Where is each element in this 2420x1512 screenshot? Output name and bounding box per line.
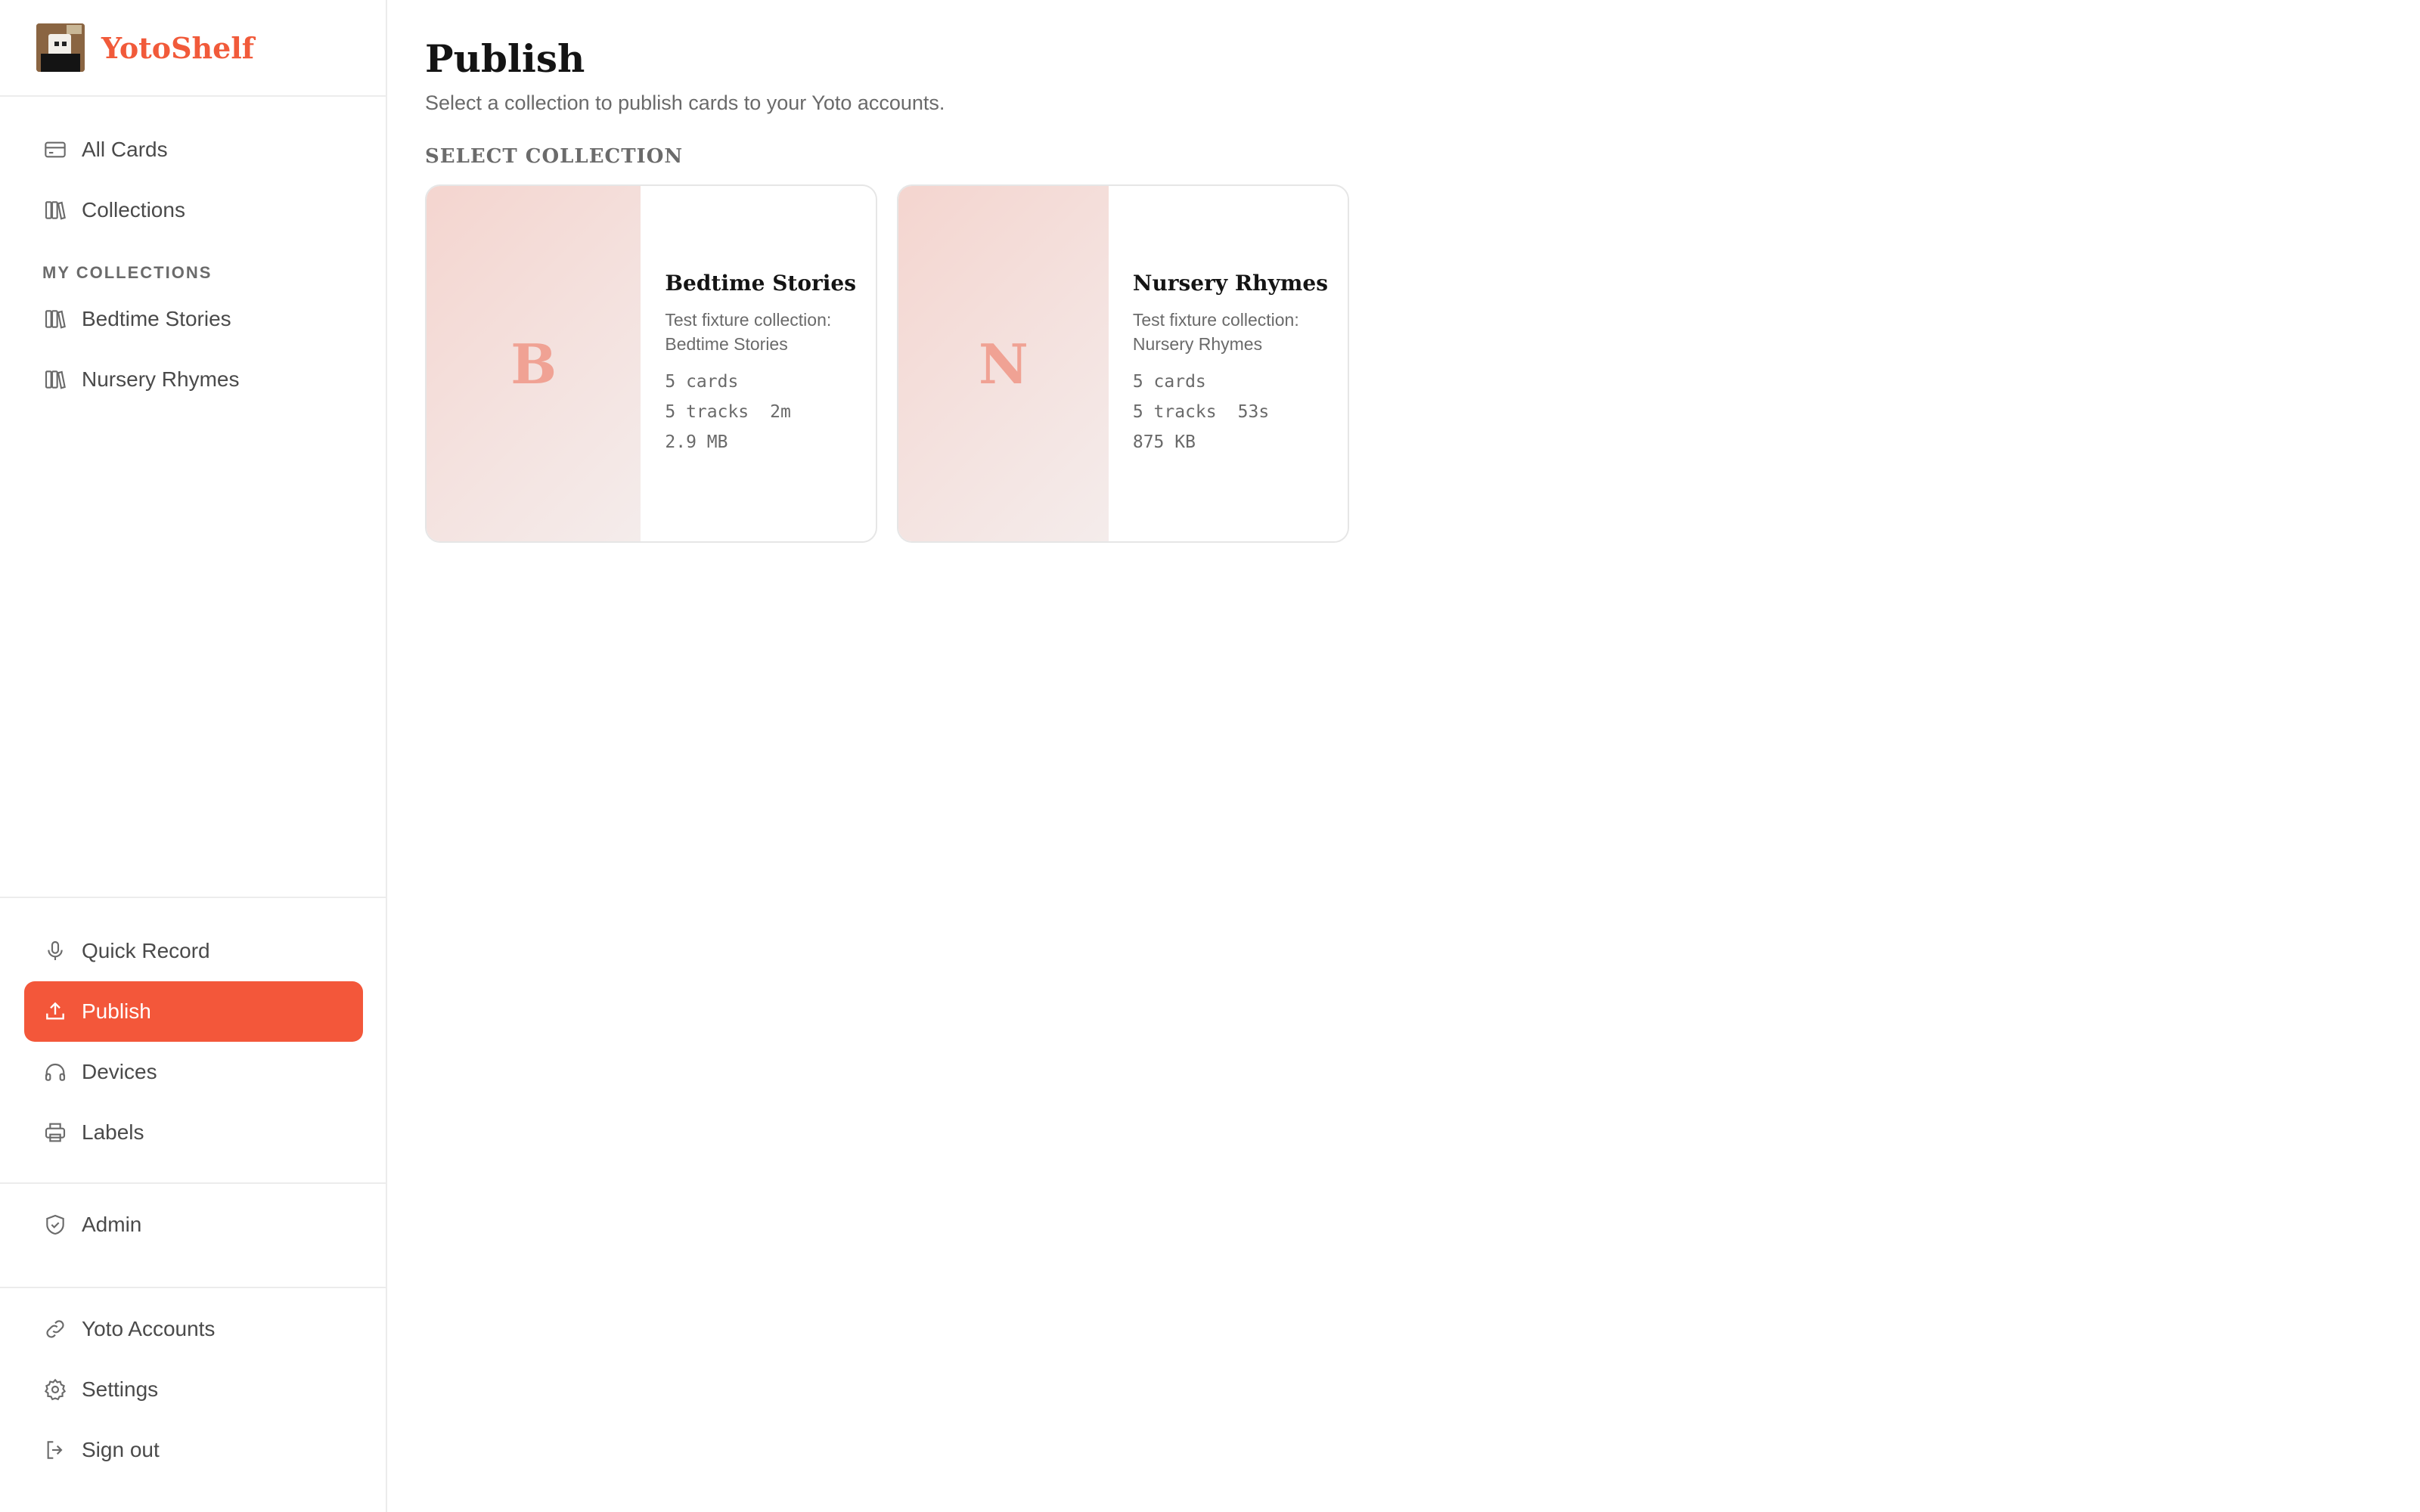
collection-description: Test fixture collection: Bedtime Stories (665, 309, 832, 354)
sidebar-item-label: Yoto Accounts (82, 1317, 216, 1340)
sidebar-item-labels[interactable]: Labels (24, 1102, 363, 1163)
sidebar-item-all-cards[interactable]: All Cards (24, 119, 361, 180)
track-stats: 5 tracks 2m (665, 397, 856, 427)
card-count: 5 cards (1132, 371, 1206, 392)
link-icon (42, 1316, 68, 1342)
collection-title: Bedtime Stories (665, 270, 856, 296)
collection-initial: B (510, 331, 557, 396)
main-content: Publish Select a collection to publish c… (425, 0, 2420, 543)
collection-title: Nursery Rhymes (1132, 270, 1328, 296)
sidebar-item-bedtime-stories[interactable]: Bedtime Stories (24, 289, 361, 349)
collection-card-bedtime-stories[interactable]: B Bedtime Stories Test fixture collectio… (425, 184, 877, 543)
sidebar-item-settings[interactable]: Settings (24, 1359, 363, 1420)
collection-description: Test fixture collection: Nursery Rhymes (1132, 309, 1299, 354)
sidebar-item-label: Collections (82, 198, 185, 222)
tools-nav: Quick Record Publish Devices Labels (0, 897, 387, 1163)
duration: 53s (1237, 401, 1270, 422)
sidebar-item-yoto-accounts[interactable]: Yoto Accounts (24, 1299, 363, 1359)
select-collection-heading: SELECT COLLECTION (425, 145, 684, 168)
sidebar-item-publish[interactable]: Publish (24, 981, 363, 1042)
card-icon (42, 137, 68, 163)
collection-stats: 5 cards 5 tracks 2m 2.9 MB (665, 367, 856, 457)
file-size: 875 KB (1132, 432, 1196, 452)
duration: 2m (770, 401, 791, 422)
collection-cover: N (898, 186, 1109, 541)
collection-cover: B (427, 186, 641, 541)
books-icon (42, 306, 68, 332)
track-count: 5 tracks (665, 401, 749, 422)
sidebar-item-label: Admin (82, 1213, 142, 1236)
collection-details: Bedtime Stories Test fixture collection:… (641, 186, 876, 541)
sidebar-item-quick-record[interactable]: Quick Record (24, 921, 363, 981)
file-size: 2.9 MB (665, 432, 728, 452)
sidebar-item-label: Publish (82, 999, 151, 1023)
account-nav: Yoto Accounts Settings Sign out (0, 1287, 387, 1480)
sidebar-item-label: Settings (82, 1377, 159, 1401)
shield-icon (42, 1212, 68, 1238)
sidebar-item-sign-out[interactable]: Sign out (24, 1420, 363, 1480)
headphones-icon (42, 1059, 68, 1085)
primary-nav: All Cards Collections MY COLLECTIONS Bed… (0, 97, 386, 410)
track-count: 5 tracks (1132, 401, 1217, 422)
page-title: Publish (425, 36, 585, 81)
sidebar-item-label: Quick Record (82, 939, 210, 962)
brand-header[interactable]: YotoShelf (0, 0, 386, 97)
sidebar-item-admin[interactable]: Admin (24, 1194, 363, 1255)
sidebar-item-label: All Cards (82, 138, 168, 161)
sidebar-item-label: Bedtime Stories (82, 307, 231, 330)
sidebar-item-label: Devices (82, 1060, 157, 1083)
gear-icon (42, 1377, 68, 1402)
track-stats: 5 tracks 53s (1133, 397, 1328, 427)
sidebar-item-label: Nursery Rhymes (82, 367, 240, 391)
sidebar-item-nursery-rhymes[interactable]: Nursery Rhymes (24, 349, 361, 410)
sidebar-item-label: Labels (82, 1120, 144, 1144)
books-icon (42, 367, 68, 392)
collection-initial: N (979, 331, 1028, 396)
collection-details: Nursery Rhymes Test fixture collection: … (1109, 186, 1348, 541)
upload-icon (42, 999, 68, 1024)
sign-out-icon (42, 1437, 68, 1463)
page-subtitle: Select a collection to publish cards to … (425, 91, 945, 114)
my-collections-heading: MY COLLECTIONS (42, 263, 213, 282)
books-icon (42, 197, 68, 223)
collection-card-nursery-rhymes[interactable]: N Nursery Rhymes Test fixture collection… (897, 184, 1349, 543)
collection-stats: 5 cards 5 tracks 53s 875 KB (1133, 367, 1328, 457)
collection-grid: B Bedtime Stories Test fixture collectio… (425, 184, 2420, 543)
sidebar: YotoShelf All Cards Collections MY COLLE… (0, 0, 387, 1512)
admin-nav: Admin (0, 1182, 387, 1255)
brand-logo (36, 23, 85, 72)
sidebar-item-label: Sign out (82, 1438, 160, 1461)
brand-name: YotoShelf (101, 30, 255, 65)
card-count: 5 cards (665, 371, 739, 392)
printer-icon (42, 1120, 68, 1145)
microphone-icon (42, 938, 68, 964)
sidebar-item-devices[interactable]: Devices (24, 1042, 363, 1102)
sidebar-item-collections[interactable]: Collections (24, 180, 361, 240)
